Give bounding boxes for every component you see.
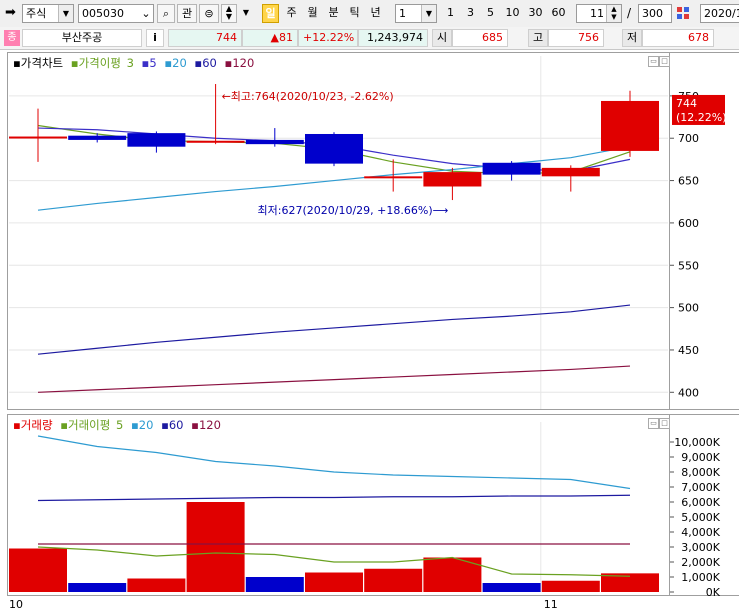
candle: [127, 131, 186, 153]
candle-body: [127, 133, 186, 147]
price-tick-label: 450: [678, 344, 699, 357]
volume-bar: [245, 577, 304, 592]
volume-bar: [127, 578, 186, 592]
x-axis-label: 11: [544, 598, 558, 611]
price-tick-label: 600: [678, 217, 699, 230]
candle-body: [186, 140, 245, 143]
candle-body: [68, 135, 127, 140]
volume-tick-label: 7,000K: [681, 481, 720, 494]
price-tick-label: 500: [678, 302, 699, 315]
candle: [364, 159, 423, 192]
volume-bar: [364, 568, 423, 592]
volume-tick-label: 9,000K: [681, 451, 720, 464]
volume-tick-label: 3,000K: [681, 541, 720, 554]
volume-tick-label: 4,000K: [681, 526, 720, 539]
volume-bar: [305, 572, 363, 592]
current-price-tag-value: 744: [676, 97, 697, 110]
volume-tick-label: 10,000K: [674, 436, 720, 449]
candle-body: [245, 139, 304, 145]
candle-body: [9, 136, 67, 139]
candle-body: [423, 172, 482, 187]
high-annotation: ←최고:764(2020/10/23, -2.62%): [222, 90, 394, 103]
candle-body: [601, 100, 659, 151]
candle-body: [482, 162, 541, 175]
price-tick-label: 650: [678, 175, 699, 188]
volume-bar: [482, 583, 541, 592]
price-tick-label: 550: [678, 259, 699, 272]
volume-tick-label: 8,000K: [681, 466, 720, 479]
stock-chart: 750700650600550500450400←최고:764(2020/10/…: [9, 56, 727, 611]
price-tick-label: 700: [678, 132, 699, 145]
candle: [245, 128, 304, 147]
volume-tick-label: 2,000K: [681, 556, 720, 569]
volume-tick-label: 5,000K: [681, 511, 720, 524]
candle-body: [541, 167, 600, 177]
candle: [482, 161, 541, 181]
candle: [423, 167, 482, 201]
x-axis-label: 10: [9, 598, 23, 611]
candle: [601, 90, 659, 157]
candle: [541, 165, 600, 192]
candle-body: [364, 176, 423, 179]
current-price-tag-rate: (12.22%): [676, 111, 727, 124]
volume-tick-label: 6,000K: [681, 496, 720, 509]
volume-tick-label: 0K: [706, 586, 721, 599]
candle: [305, 132, 363, 167]
volume-bar: [186, 502, 245, 592]
candle-body: [305, 133, 363, 164]
low-annotation: 최저:627(2020/10/29, +18.66%)⟶: [258, 204, 449, 217]
volume-bar: [9, 548, 67, 592]
price-tick-label: 400: [678, 386, 699, 399]
candle: [68, 133, 127, 143]
volume-bar: [541, 580, 600, 592]
volume-tick-label: 1,000K: [681, 571, 720, 584]
candle: [9, 108, 67, 162]
volume-bar: [68, 583, 127, 592]
